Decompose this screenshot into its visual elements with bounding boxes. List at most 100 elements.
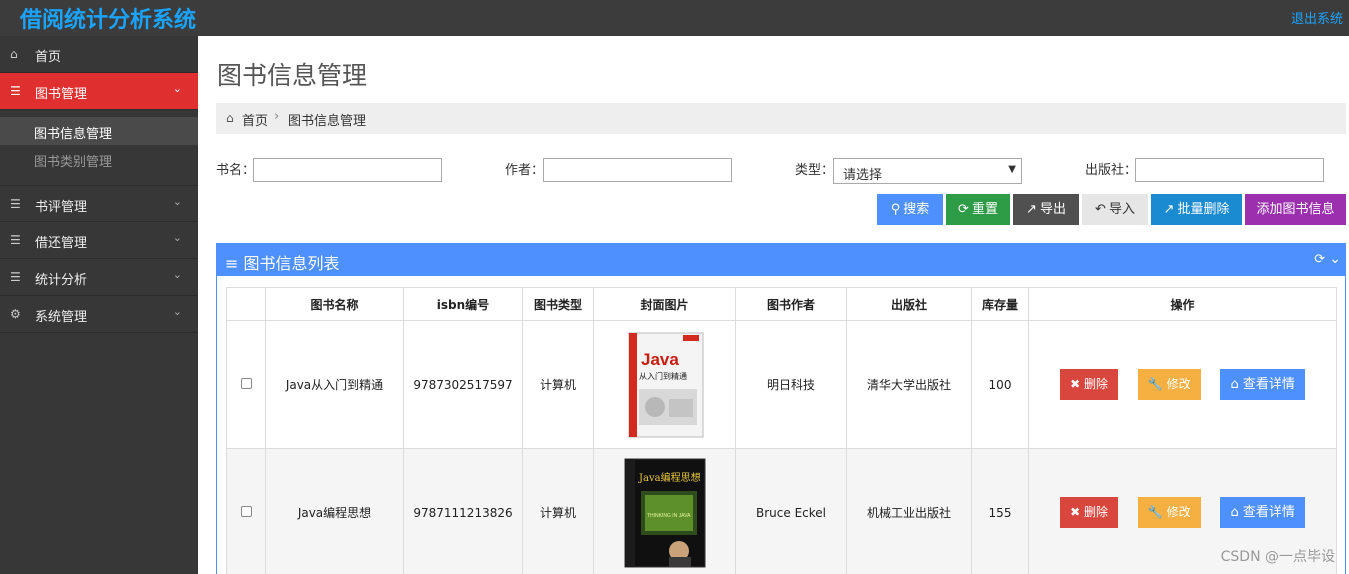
book-cover-image: Java编程思想 THINKING IN JAVA <box>624 458 705 567</box>
type-filter-label: 类型： <box>795 163 835 178</box>
reset-button[interactable]: ⟳ 重置 <box>946 194 1010 225</box>
close-icon: ✖ <box>1070 377 1081 391</box>
import-button[interactable]: ↶ 导入 <box>1082 194 1148 225</box>
edit-button[interactable]: 🔧 修改 <box>1137 497 1201 528</box>
search-icon: ⚲ <box>890 202 901 217</box>
reset-button-label: 重置 <box>971 202 998 217</box>
view-detail-button-label: 查看详情 <box>1242 377 1295 392</box>
top-bar: 借阅统计分析系统 退出系统 <box>0 0 1349 36</box>
edit-button-label: 修改 <box>1166 505 1191 519</box>
sidebar-item-label: 首页 <box>35 50 62 65</box>
publisher-filter-input[interactable] <box>1135 158 1324 182</box>
breadcrumb-current: 图书信息管理 <box>288 114 367 129</box>
publisher-cell: 机械工业出版社 <box>846 448 972 574</box>
type-filter-value: 请选择 <box>843 168 883 183</box>
book-list-panel: ≡ 图书信息列表 ⟳ ⌄ 图书名称 isbn编号 图书类型 封面图片 图书作者 … <box>216 243 1346 574</box>
sidebar-subitem-book-category[interactable]: 图书类别管理 <box>0 145 198 173</box>
cover-cell: Java编程思想 THINKING IN JAVA <box>593 448 736 574</box>
table-header-row: 图书名称 isbn编号 图书类型 封面图片 图书作者 出版社 库存量 操作 <box>226 287 1337 321</box>
cover-title: Java <box>641 350 679 369</box>
close-icon: ✖ <box>1070 505 1081 519</box>
author-cell: Bruce Eckel <box>735 448 847 574</box>
type-cell: 计算机 <box>522 320 594 449</box>
column-header: 图书名称 <box>265 287 404 321</box>
edit-button-label: 修改 <box>1166 377 1191 391</box>
table-row: Java从入门到精通 9787302517597 计算机 Java 从入门到精通… <box>226 320 1337 449</box>
sidebar-item-label: 借还管理 <box>35 236 88 251</box>
batch-delete-button-label: 批量删除 <box>1177 202 1230 217</box>
cover-cell: Java 从入门到精通 <box>593 320 736 449</box>
stock-cell: 155 <box>971 448 1029 574</box>
column-header: 封面图片 <box>593 287 736 321</box>
view-detail-button[interactable]: ⌂ 查看详情 <box>1220 497 1305 528</box>
app-title: 借阅统计分析系统 <box>20 8 197 33</box>
search-button[interactable]: ⚲ 搜索 <box>877 194 943 225</box>
edit-button[interactable]: 🔧 修改 <box>1137 369 1201 400</box>
sidebar-item-book-management[interactable]: ☰ 图书管理 ⌄ <box>0 73 198 110</box>
publisher-filter-label: 出版社： <box>1085 163 1138 178</box>
name-filter-label: 书名： <box>216 163 256 178</box>
row-checkbox[interactable] <box>240 377 252 389</box>
wrench-icon: 🔧 <box>1147 505 1163 519</box>
sidebar-item-home[interactable]: ⌂ 首页 <box>0 36 198 73</box>
author-filter-label: 作者： <box>505 163 545 178</box>
sidebar-item-statistics[interactable]: ☰ 统计分析 ⌄ <box>0 259 198 296</box>
refresh-icon: ⟳ <box>958 202 969 217</box>
import-button-label: 导入 <box>1108 202 1135 217</box>
wrench-icon: 🔧 <box>1147 377 1163 391</box>
name-filter-input[interactable] <box>253 158 442 182</box>
column-header: 操作 <box>1028 287 1337 321</box>
watermark: CSDN @一点毕设 <box>1220 549 1335 565</box>
chevron-down-icon: ⌄ <box>172 268 182 281</box>
chevron-down-icon[interactable]: ⌄ <box>1329 251 1341 267</box>
sidebar-item-review-management[interactable]: ☰ 书评管理 ⌄ <box>0 185 198 222</box>
delete-button[interactable]: ✖ 删除 <box>1060 497 1119 528</box>
logout-link[interactable]: 退出系统 <box>1291 8 1343 27</box>
export-button-label: 导出 <box>1039 202 1066 217</box>
search-button-label: 搜索 <box>903 202 930 217</box>
home-icon: ⌂ <box>1230 505 1239 520</box>
breadcrumb-separator-icon: › <box>274 109 280 124</box>
add-book-button[interactable]: 添加图书信息 <box>1245 194 1346 225</box>
type-filter-select[interactable]: 请选择 ▼ <box>833 158 1022 184</box>
author-cell: 明日科技 <box>735 320 847 449</box>
list-icon: ☰ <box>10 197 21 211</box>
view-detail-button-label: 查看详情 <box>1242 505 1295 520</box>
breadcrumb: ⌂ 首页 › 图书信息管理 <box>216 103 1346 134</box>
row-checkbox[interactable] <box>240 505 252 517</box>
export-button[interactable]: ↗ 导出 <box>1013 194 1079 225</box>
author-filter-input[interactable] <box>543 158 732 182</box>
sidebar-subitem-book-info[interactable]: 图书信息管理 <box>0 117 198 145</box>
sidebar-item-borrow-management[interactable]: ☰ 借还管理 ⌄ <box>0 222 198 259</box>
book-name-cell: Java编程思想 <box>265 448 404 574</box>
sidebar-item-label: 系统管理 <box>35 310 88 325</box>
panel-title-text: 图书信息列表 <box>243 254 340 273</box>
list-icon: ☰ <box>10 270 21 284</box>
dropdown-arrow-icon: ▼ <box>1008 164 1016 175</box>
column-header: 库存量 <box>971 287 1029 321</box>
list-icon: ☰ <box>10 233 21 247</box>
cover-subtitle: 从入门到精通 <box>639 371 687 381</box>
actions-cell: ✖ 删除 🔧 修改 ⌂ 查看详情 <box>1028 320 1337 449</box>
panel-header: ≡ 图书信息列表 ⟳ ⌄ <box>217 244 1345 276</box>
add-book-button-label: 添加图书信息 <box>1256 202 1335 217</box>
page-title: 图书信息管理 <box>217 61 368 90</box>
delete-button[interactable]: ✖ 删除 <box>1060 369 1119 400</box>
sidebar-subitem-label: 图书信息管理 <box>34 127 113 142</box>
book-name-cell: Java从入门到精通 <box>265 320 404 449</box>
view-detail-button[interactable]: ⌂ 查看详情 <box>1220 369 1305 400</box>
menu-icon: ≡ <box>225 254 239 273</box>
panel-title: ≡ 图书信息列表 <box>225 250 340 274</box>
gears-icon: ⚙ <box>10 307 21 321</box>
stock-cell: 100 <box>971 320 1029 449</box>
column-header: isbn编号 <box>403 287 523 321</box>
batch-delete-button[interactable]: ↗ 批量删除 <box>1151 194 1242 225</box>
sidebar-item-system-management[interactable]: ⚙ 系统管理 ⌄ <box>0 296 198 333</box>
sidebar-item-label: 图书管理 <box>35 87 88 102</box>
breadcrumb-home[interactable]: 首页 <box>242 110 268 129</box>
sidebar-item-label: 统计分析 <box>35 273 88 288</box>
refresh-icon[interactable]: ⟳ <box>1314 252 1325 267</box>
column-header: 图书类型 <box>522 287 594 321</box>
list-icon: ☰ <box>10 84 21 98</box>
home-icon: ⌂ <box>226 111 234 125</box>
